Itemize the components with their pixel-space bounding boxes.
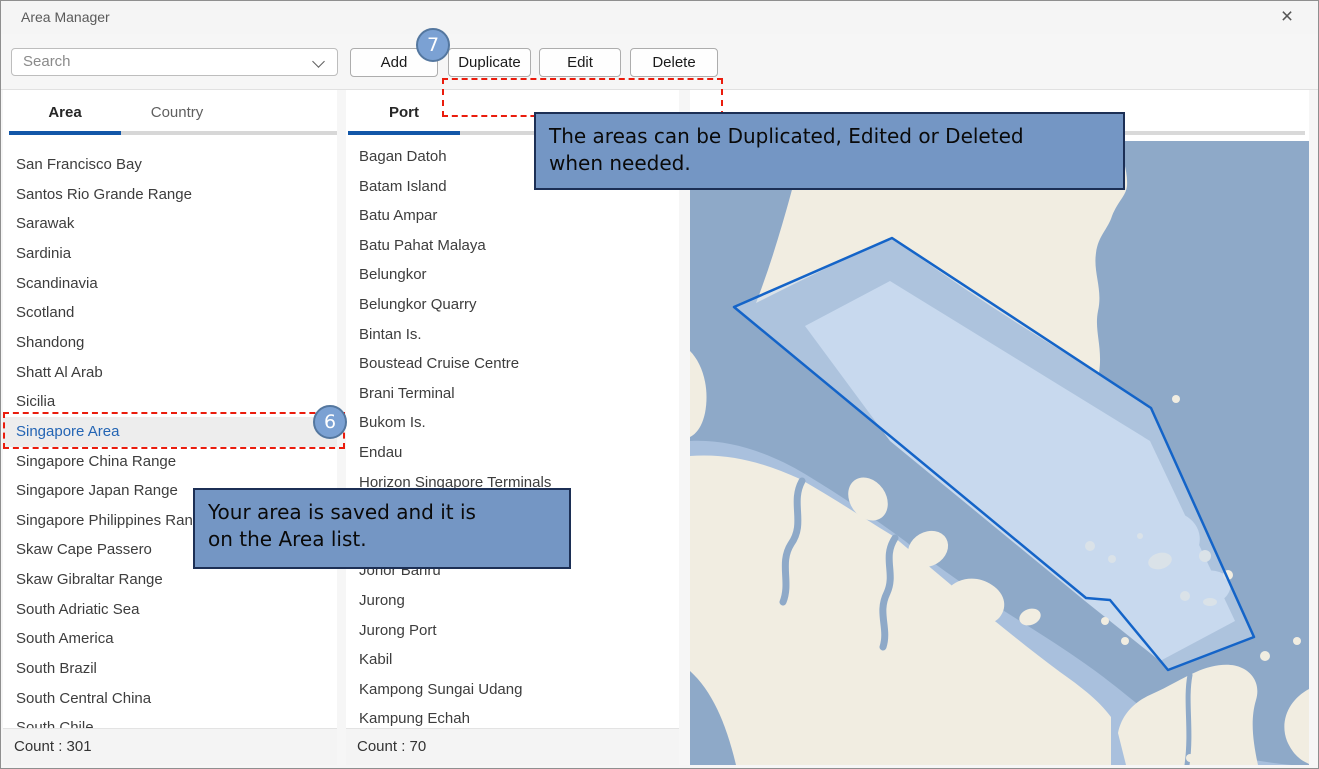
list-item[interactable]: Endau bbox=[346, 438, 679, 468]
callout-text-line: on the Area list. bbox=[208, 526, 556, 553]
list-item[interactable]: Boustead Cruise Centre bbox=[346, 349, 679, 379]
area-count-footer: Count : 301 bbox=[3, 728, 337, 765]
port-list: Bagan DatohBatam IslandBatu AmparBatu Pa… bbox=[346, 141, 679, 728]
window-title: Area Manager bbox=[21, 1, 110, 34]
tab-active-indicator bbox=[348, 131, 460, 135]
list-item[interactable]: Sarawak bbox=[3, 209, 337, 239]
list-item[interactable]: Kabil bbox=[346, 645, 679, 675]
area-tabstrip: Area Country bbox=[3, 90, 337, 141]
step-badge-6: 6 bbox=[313, 405, 347, 439]
list-item[interactable]: Bintan Is. bbox=[346, 320, 679, 350]
port-list-panel: Port Bagan DatohBatam IslandBatu AmparBa… bbox=[346, 90, 679, 765]
tab-area[interactable]: Area bbox=[9, 90, 121, 136]
map-panel bbox=[690, 90, 1309, 765]
title-bar: Area Manager × bbox=[1, 1, 1318, 34]
callout-duplicate-tip: The areas can be Duplicated, Edited or D… bbox=[534, 112, 1125, 190]
search-placeholder: Search bbox=[23, 49, 71, 75]
list-item[interactable]: Belungkor Quarry bbox=[346, 290, 679, 320]
list-item[interactable]: Batu Ampar bbox=[346, 201, 679, 231]
tab-active-indicator bbox=[9, 131, 121, 135]
list-item[interactable]: Singapore China Range bbox=[3, 447, 337, 477]
area-manager-window: Area Manager × Search Add Duplicate Edit… bbox=[0, 0, 1319, 769]
list-item[interactable]: Bukom Is. bbox=[346, 408, 679, 438]
list-item[interactable]: Kampung Echah bbox=[346, 704, 679, 728]
list-item[interactable]: South Adriatic Sea bbox=[3, 595, 337, 625]
highlight-box-selected-area bbox=[3, 412, 345, 449]
search-input[interactable]: Search bbox=[11, 48, 338, 76]
callout-text-line: The areas can be Duplicated, Edited or D… bbox=[549, 123, 1110, 150]
list-item[interactable]: Belungkor bbox=[346, 260, 679, 290]
nautical-map[interactable] bbox=[690, 141, 1309, 765]
callout-text-line: Your area is saved and it is bbox=[208, 499, 556, 526]
list-item[interactable]: Jurong Port bbox=[346, 616, 679, 646]
tab-country[interactable]: Country bbox=[121, 90, 233, 136]
toolbar: Search Add Duplicate Edit Delete bbox=[1, 34, 1318, 90]
callout-text-line: when needed. bbox=[549, 150, 1110, 177]
list-item[interactable]: South America bbox=[3, 624, 337, 654]
step-badge-7: 7 bbox=[416, 28, 450, 62]
list-item[interactable]: South Brazil bbox=[3, 654, 337, 684]
list-item[interactable]: Jurong bbox=[346, 586, 679, 616]
list-item[interactable]: South Chile bbox=[3, 713, 337, 728]
delete-button[interactable]: Delete bbox=[630, 48, 718, 77]
edit-button[interactable]: Edit bbox=[539, 48, 621, 77]
list-item[interactable]: Scandinavia bbox=[3, 269, 337, 299]
list-item[interactable]: South Central China bbox=[3, 684, 337, 714]
list-item[interactable]: Batu Pahat Malaya bbox=[346, 231, 679, 261]
port-count-footer: Count : 70 bbox=[346, 728, 679, 765]
list-item[interactable]: Santos Rio Grande Range bbox=[3, 180, 337, 210]
chevron-down-icon[interactable] bbox=[312, 55, 325, 68]
callout-saved-tip: Your area is saved and it is on the Area… bbox=[193, 488, 571, 569]
list-item[interactable]: Kampong Sungai Udang bbox=[346, 675, 679, 705]
list-item[interactable]: Skaw Gibraltar Range bbox=[3, 565, 337, 595]
duplicate-button[interactable]: Duplicate bbox=[448, 48, 531, 77]
list-item[interactable]: Sardinia bbox=[3, 239, 337, 269]
list-item[interactable]: Scotland bbox=[3, 298, 337, 328]
list-item[interactable]: Brani Terminal bbox=[346, 379, 679, 409]
list-item[interactable]: San Francisco Bay bbox=[3, 150, 337, 180]
list-item[interactable]: Shatt Al Arab bbox=[3, 358, 337, 388]
list-item[interactable]: Shandong bbox=[3, 328, 337, 358]
close-icon[interactable]: × bbox=[1270, 1, 1304, 34]
map-channel bbox=[1187, 675, 1190, 765]
